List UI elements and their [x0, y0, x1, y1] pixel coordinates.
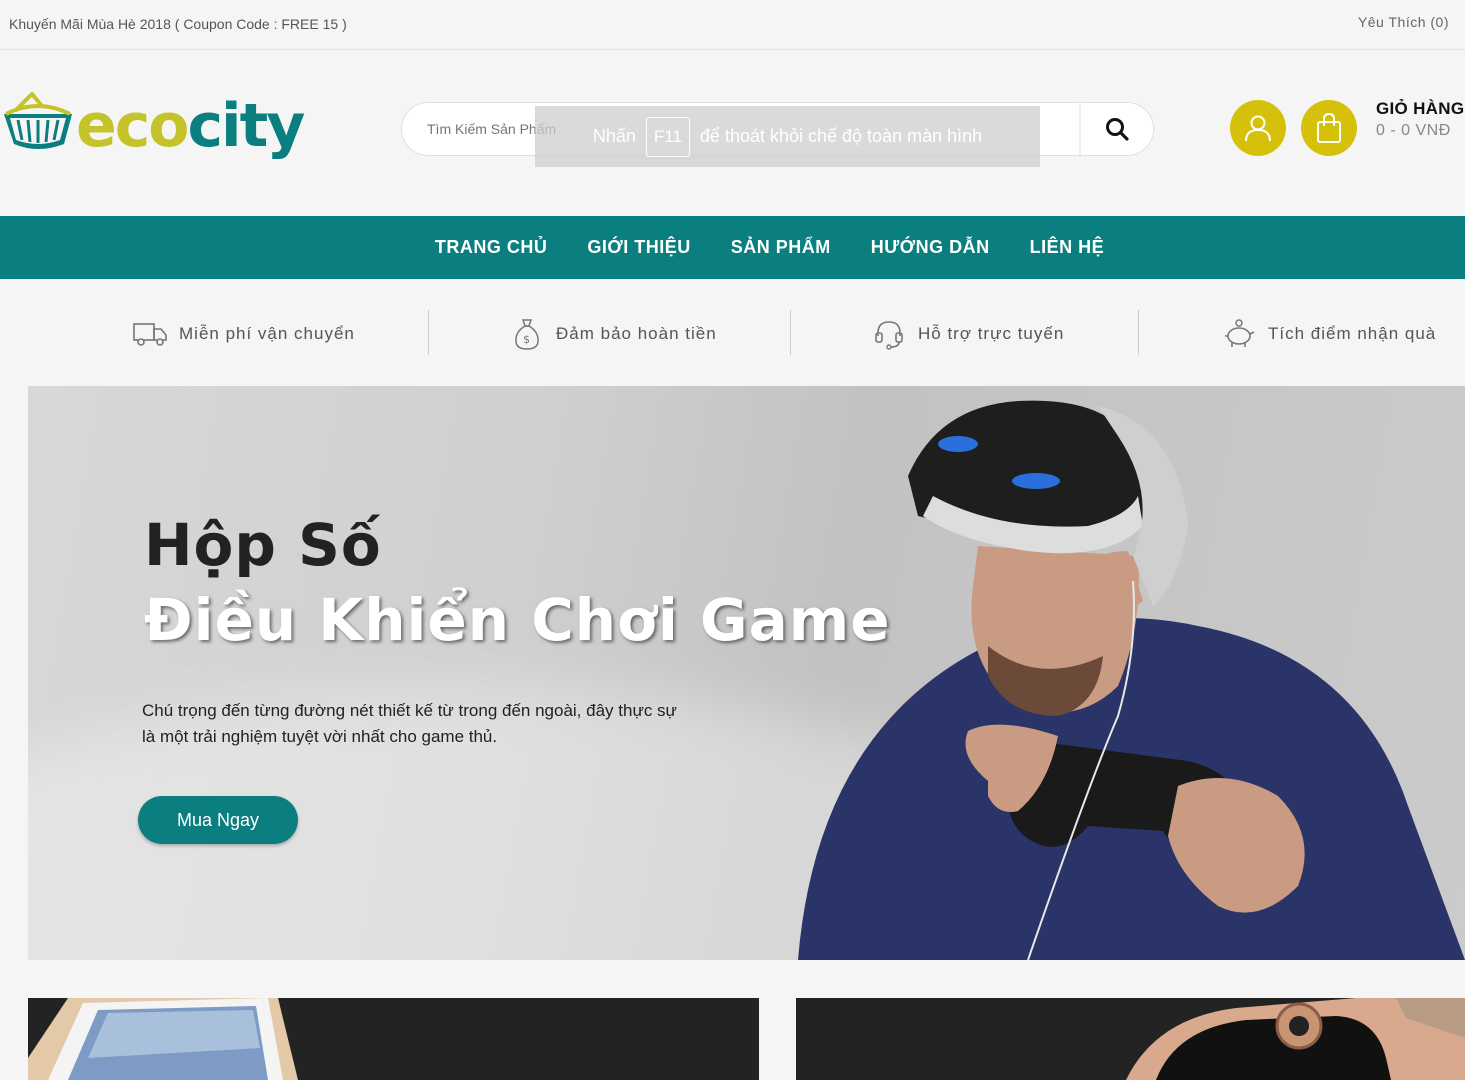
- divider: [790, 310, 791, 355]
- feature-free-shipping: Miễn phí vận chuyển: [133, 317, 355, 351]
- banner-title-line2: Điều Khiển Chơi Game: [144, 586, 891, 654]
- logo-text-eco: eco: [76, 91, 189, 161]
- main-nav: TRANG CHỦ GIỚI THIỆU SẢN PHẨM HƯỚNG DẪN …: [0, 216, 1465, 279]
- vr-gamer-image: [798, 400, 1465, 960]
- feature-online-support: Hỗ trợ trực tuyến: [872, 317, 1064, 351]
- user-icon: [1245, 115, 1271, 142]
- header: ecocity GIỎ HÀNG 0 - 0 VNĐ Nhấn F11 để t…: [0, 50, 1465, 216]
- search-button[interactable]: [1079, 103, 1153, 155]
- feature-label: Đảm bảo hoàn tiền: [556, 324, 717, 343]
- cart-summary[interactable]: GIỎ HÀNG 0 - 0 VNĐ: [1376, 99, 1464, 140]
- hero-banner: Hộp Số Điều Khiển Chơi Game Chú trọng đế…: [28, 386, 1465, 960]
- divider: [428, 310, 429, 355]
- feature-money-back: $ Đảm bảo hoàn tiền: [510, 317, 717, 351]
- top-bar: Khuyến Mãi Mùa Hè 2018 ( Coupon Code : F…: [0, 0, 1465, 50]
- promo-text: Khuyến Mãi Mùa Hè 2018 ( Coupon Code : F…: [9, 16, 347, 32]
- account-button[interactable]: [1230, 100, 1286, 156]
- cart-title: GIỎ HÀNG: [1376, 99, 1465, 118]
- wishlist-link[interactable]: Yêu Thích (0): [1358, 14, 1449, 30]
- fullscreen-notice-suffix: để thoát khỏi chế độ toàn màn hình: [699, 126, 983, 146]
- promo-tile-tablet[interactable]: [28, 998, 759, 1080]
- logo-text-city: city: [187, 91, 305, 161]
- nav-item-about[interactable]: GIỚI THIỆU: [587, 237, 690, 258]
- buy-now-button[interactable]: Mua Ngay: [138, 796, 298, 844]
- feature-label: Miễn phí vận chuyển: [179, 324, 355, 343]
- feature-label: Hỗ trợ trực tuyến: [918, 324, 1065, 343]
- divider: [1138, 310, 1139, 355]
- svg-text:$: $: [523, 333, 531, 346]
- headset-icon: [872, 317, 906, 351]
- logo-text: ecocity: [76, 96, 305, 156]
- shopping-bag-icon: [1317, 112, 1341, 143]
- cart-total: 0 - 0 VNĐ: [1376, 122, 1451, 139]
- feature-label: Tích điểm nhận quà: [1268, 324, 1437, 343]
- promo-tile-smartwatch[interactable]: [796, 998, 1465, 1080]
- logo[interactable]: ecocity: [2, 92, 305, 156]
- banner-description: Chú trọng đến từng đường nét thiết kế từ…: [142, 701, 677, 746]
- piggy-bank-icon: [1222, 317, 1256, 351]
- feature-strip: Miễn phí vận chuyển $ Đảm bảo hoàn tiền …: [0, 279, 1465, 386]
- cart-button[interactable]: [1301, 100, 1357, 156]
- basket-icon: [4, 92, 72, 149]
- nav-item-home[interactable]: TRANG CHỦ: [435, 237, 548, 258]
- banner-title-line1: Hộp Số: [144, 511, 382, 579]
- feature-reward-points: Tích điểm nhận quà: [1222, 317, 1436, 351]
- nav-item-contact[interactable]: LIÊN HỆ: [1030, 237, 1105, 258]
- truck-icon: [133, 317, 167, 351]
- fullscreen-notice: Nhấn F11 để thoát khỏi chế độ toàn màn h…: [535, 106, 1040, 167]
- money-bag-icon: $: [510, 317, 544, 351]
- nav-item-guide[interactable]: HƯỚNG DẪN: [871, 237, 990, 258]
- search-icon: [1106, 118, 1129, 141]
- tablet-image: [28, 998, 298, 1080]
- smartwatch-image: [1126, 998, 1465, 1080]
- fullscreen-notice-prefix: Nhấn: [592, 126, 636, 146]
- f11-key: F11: [645, 116, 690, 157]
- nav-item-products[interactable]: SẢN PHẨM: [731, 237, 831, 258]
